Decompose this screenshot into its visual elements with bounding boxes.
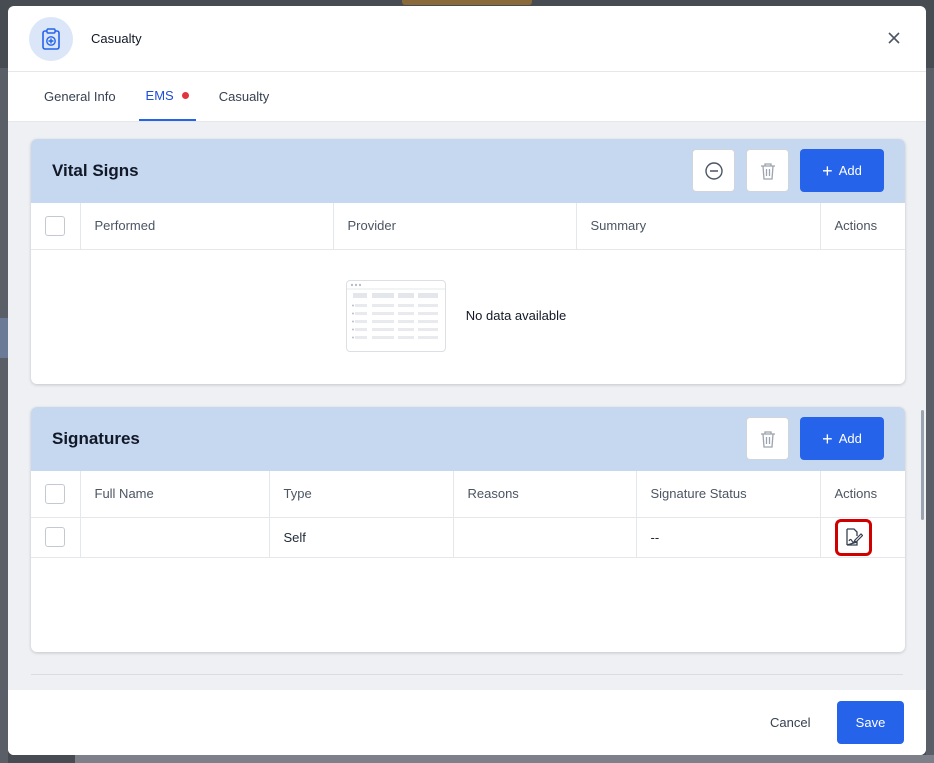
background-element: [0, 318, 8, 358]
trash-icon: [760, 162, 775, 180]
select-all-cell: [31, 203, 81, 250]
tab-label: Casualty: [218, 89, 270, 104]
table-header-row: Performed Provider Summary Actions: [31, 203, 905, 250]
column-header[interactable]: Signature Status: [636, 471, 821, 518]
empty-table-illustration: [345, 279, 446, 352]
minus-circle-icon: [704, 161, 723, 180]
modal-footer: Cancel Save: [8, 690, 926, 755]
delete-button[interactable]: [746, 149, 789, 192]
type-cell: Self: [269, 517, 454, 558]
sign-document-icon: [846, 528, 863, 546]
modal-title: Casualty: [91, 31, 142, 46]
background-element: [0, 68, 8, 763]
card-actions: + Add: [746, 417, 884, 460]
add-label: Add: [838, 163, 862, 178]
add-label: Add: [838, 431, 862, 446]
actions-cell: [820, 517, 905, 558]
empty-state: No data available: [31, 250, 905, 382]
background-element: [402, 0, 532, 5]
add-vital-sign-button[interactable]: + Add: [800, 149, 884, 192]
table-header-row: Full Name Type Reasons Signature Status …: [31, 471, 905, 518]
divider: [31, 674, 903, 675]
collapse-button[interactable]: [692, 149, 735, 192]
cancel-button[interactable]: Cancel: [756, 707, 824, 738]
tab-bar: General Info EMS Casualty: [8, 72, 926, 122]
plus-icon: +: [822, 160, 833, 181]
plus-icon: +: [822, 428, 833, 449]
column-header[interactable]: Provider: [333, 203, 577, 250]
tab-casualty[interactable]: Casualty: [212, 72, 277, 121]
row-select-cell: [31, 517, 81, 558]
select-all-checkbox[interactable]: [45, 215, 65, 236]
background-element: [926, 68, 934, 763]
close-icon[interactable]: [886, 30, 902, 46]
card-title: Vital Signs: [52, 161, 139, 180]
tab-general-info[interactable]: General Info: [37, 72, 123, 121]
column-header[interactable]: Full Name: [80, 471, 270, 518]
modal-body[interactable]: Vital Signs + Add Performed Provider Sum…: [8, 122, 926, 690]
casualty-modal: Casualty General Info EMS Casualty Vital…: [8, 6, 926, 755]
sign-button[interactable]: [834, 518, 872, 556]
modal-header: Casualty: [8, 6, 926, 72]
card-header: Vital Signs + Add: [31, 139, 905, 203]
select-all-cell: [31, 471, 81, 518]
column-header: Actions: [820, 203, 905, 250]
card-actions: + Add: [692, 149, 884, 192]
column-header[interactable]: Summary: [576, 203, 821, 250]
column-header[interactable]: Performed: [80, 203, 334, 250]
card-title: Signatures: [52, 429, 140, 448]
column-header: Actions: [820, 471, 905, 518]
vital-signs-table: Performed Provider Summary Actions: [31, 203, 905, 250]
save-button[interactable]: Save: [837, 701, 904, 744]
tab-label: General Info: [44, 89, 116, 104]
background-element: [75, 755, 934, 763]
add-signature-button[interactable]: + Add: [800, 417, 884, 460]
trash-icon: [760, 430, 775, 448]
scrollbar[interactable]: [921, 410, 924, 520]
error-indicator-dot: [181, 92, 189, 99]
signature-status-cell: --: [636, 517, 821, 558]
signatures-card: Signatures + Add Full Name Type Reasons …: [31, 407, 905, 652]
column-header[interactable]: Reasons: [453, 471, 637, 518]
signatures-table: Full Name Type Reasons Signature Status …: [31, 471, 905, 558]
full-name-cell: [80, 517, 270, 558]
reasons-cell: [453, 517, 637, 558]
select-all-checkbox[interactable]: [45, 483, 65, 504]
tab-ems[interactable]: EMS: [138, 72, 196, 121]
medical-clipboard-icon: [29, 16, 73, 61]
delete-button[interactable]: [746, 417, 789, 460]
column-header[interactable]: Type: [269, 471, 454, 518]
vital-signs-card: Vital Signs + Add Performed Provider Sum…: [31, 139, 905, 384]
card-header: Signatures + Add: [31, 407, 905, 471]
row-checkbox[interactable]: [45, 527, 65, 547]
table-row[interactable]: Self --: [31, 517, 905, 558]
empty-state-text: No data available: [465, 308, 567, 323]
tab-label: EMS: [145, 88, 174, 103]
